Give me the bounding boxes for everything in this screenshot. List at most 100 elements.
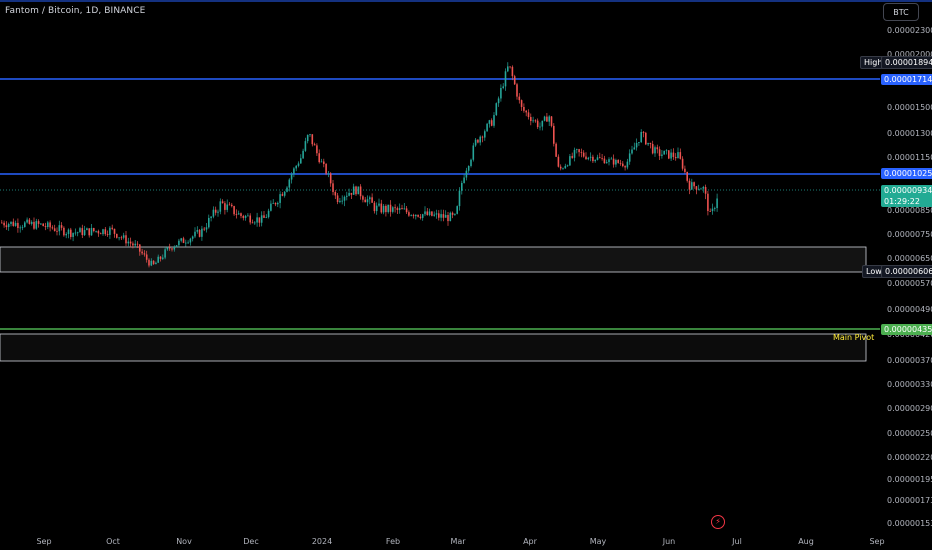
candle-body bbox=[688, 180, 691, 190]
candle-body bbox=[674, 156, 677, 159]
candle-body bbox=[189, 238, 192, 243]
candle-body bbox=[76, 232, 79, 234]
candle-body bbox=[277, 202, 279, 205]
candle-body bbox=[569, 156, 571, 166]
candle-body bbox=[530, 117, 532, 121]
candle-body bbox=[628, 153, 631, 162]
price-tick-label: 0.00000250 bbox=[887, 429, 932, 438]
candle-body bbox=[649, 142, 652, 145]
candle-body bbox=[125, 235, 127, 244]
candle-body bbox=[26, 219, 28, 223]
candle-body bbox=[102, 229, 104, 235]
currency-button[interactable]: BTC bbox=[883, 3, 919, 21]
candle-body bbox=[311, 134, 314, 145]
candle-body bbox=[509, 66, 511, 68]
candle-body bbox=[346, 195, 348, 197]
candle-body bbox=[714, 208, 716, 209]
candle-body bbox=[145, 254, 148, 260]
candle-body bbox=[580, 152, 583, 153]
candle-body bbox=[152, 260, 155, 265]
candle-body bbox=[30, 221, 33, 224]
candle-body bbox=[350, 192, 353, 195]
candle-body bbox=[438, 213, 440, 218]
current-price-tag: 0.00000934 01:29:22 bbox=[881, 185, 932, 207]
candle-body bbox=[67, 229, 70, 235]
candle-body bbox=[518, 96, 521, 101]
candle-body bbox=[559, 166, 562, 169]
candle-body bbox=[454, 213, 456, 215]
candle-body bbox=[5, 225, 8, 228]
candle-body bbox=[463, 177, 465, 183]
candle-body bbox=[302, 150, 304, 159]
pivot-zone-box bbox=[0, 333, 867, 362]
candle-body bbox=[127, 241, 130, 244]
candle-body bbox=[605, 162, 608, 164]
candle-body bbox=[364, 199, 366, 203]
candle-body bbox=[642, 132, 645, 133]
price-tick-label: 0.00001500 bbox=[887, 103, 932, 112]
candle-body bbox=[373, 202, 376, 212]
time-tick-label: Aug bbox=[798, 537, 814, 546]
candle-body bbox=[686, 171, 688, 181]
candle-body bbox=[208, 217, 210, 228]
price-chart[interactable] bbox=[0, 0, 932, 550]
candle-body bbox=[155, 262, 157, 265]
candle-body bbox=[615, 159, 617, 165]
candle-body bbox=[249, 215, 251, 223]
candle-body bbox=[88, 228, 90, 236]
candle-body bbox=[651, 144, 654, 154]
candle-body bbox=[293, 168, 295, 174]
price-tick-label: 0.00000195 bbox=[887, 475, 932, 484]
candle-body bbox=[546, 116, 548, 122]
candle-body bbox=[440, 214, 442, 218]
candle-body bbox=[362, 196, 364, 200]
lightning-bolt-icon[interactable]: ⚡ bbox=[711, 515, 725, 529]
candle-body bbox=[490, 120, 493, 126]
candle-body bbox=[198, 230, 201, 237]
candle-body bbox=[51, 227, 54, 229]
candle-body bbox=[168, 247, 171, 249]
candle-body bbox=[410, 215, 412, 216]
candle-body bbox=[14, 222, 17, 226]
candle-body bbox=[118, 237, 120, 239]
price-tick-label: 0.00000850 bbox=[887, 206, 932, 215]
candle-body bbox=[258, 217, 261, 223]
candle-body bbox=[272, 202, 274, 204]
time-tick-label: Jun bbox=[662, 537, 676, 546]
candle-body bbox=[479, 136, 481, 143]
time-tick-label: Sep bbox=[36, 537, 52, 546]
candle-body bbox=[504, 71, 507, 87]
candle-body bbox=[178, 240, 180, 246]
time-tick-label: Dec bbox=[243, 537, 259, 546]
price-tick-label: 0.00000220 bbox=[887, 453, 932, 462]
candle-body bbox=[564, 165, 567, 169]
candle-body bbox=[334, 192, 337, 196]
candle-body bbox=[421, 214, 424, 218]
price-tick-label: 0.00000570 bbox=[887, 279, 932, 288]
candle-body bbox=[320, 161, 323, 163]
candle-body bbox=[534, 120, 537, 122]
candle-body bbox=[428, 211, 431, 216]
candle-body bbox=[716, 198, 718, 209]
candle-body bbox=[336, 195, 339, 202]
candle-body bbox=[279, 194, 281, 203]
candle-body bbox=[617, 159, 619, 163]
candle-body bbox=[456, 206, 458, 214]
candle-body bbox=[306, 134, 309, 142]
low-value-tag: 0.00000606 bbox=[881, 265, 932, 278]
candle-body bbox=[707, 193, 709, 212]
candle-body bbox=[702, 187, 705, 189]
candle-body bbox=[231, 204, 233, 207]
candle-body bbox=[99, 233, 102, 235]
candle-body bbox=[711, 208, 714, 212]
candle-body bbox=[467, 165, 470, 171]
candle-body bbox=[185, 242, 187, 244]
candle-body bbox=[596, 157, 599, 160]
candle-body bbox=[329, 173, 332, 184]
candle-body bbox=[626, 161, 629, 168]
price-tick-label: 0.00000330 bbox=[887, 380, 932, 389]
candle-body bbox=[157, 256, 159, 263]
candle-body bbox=[355, 186, 357, 195]
candle-body bbox=[210, 216, 212, 218]
candle-body bbox=[571, 156, 573, 158]
